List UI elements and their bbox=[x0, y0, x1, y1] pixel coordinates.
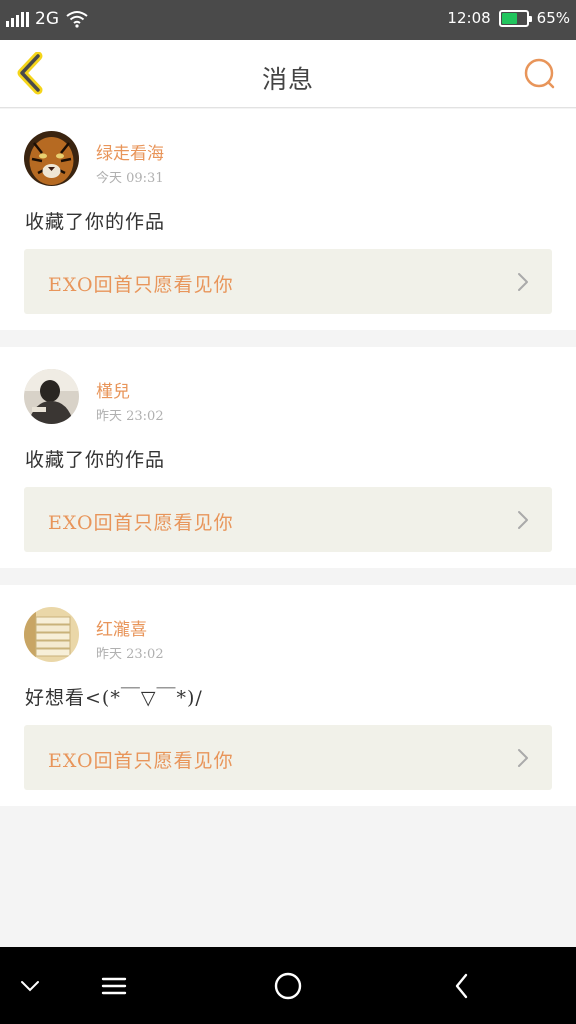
menu-button[interactable] bbox=[84, 947, 144, 1024]
message-text: 收藏了你的作品 bbox=[25, 211, 166, 233]
timestamp: 昨天 23:02 bbox=[96, 647, 164, 662]
username[interactable]: 红瀧喜 bbox=[96, 615, 147, 640]
header: 消息 bbox=[0, 40, 576, 108]
message-text: 收藏了你的作品 bbox=[25, 449, 166, 471]
chevron-right-icon bbox=[518, 273, 528, 291]
message-card[interactable]: 红瀧喜 昨天 23:02 好想看<(*￣▽￣*)/ EXO回首只愿看见你 bbox=[0, 585, 576, 806]
work-title: EXO回首只愿看见你 bbox=[48, 512, 234, 534]
navigation-bar bbox=[0, 947, 576, 1024]
status-bar: 2G 12:08 65% bbox=[0, 0, 576, 40]
tiger-avatar-image bbox=[24, 131, 79, 186]
wifi-icon bbox=[66, 11, 88, 28]
chevron-down-icon bbox=[21, 980, 39, 991]
message-card[interactable]: 绿走看海 今天 09:31 收藏了你的作品 EXO回首只愿看见你 bbox=[0, 109, 576, 330]
work-link[interactable]: EXO回首只愿看见你 bbox=[24, 725, 552, 790]
work-title: EXO回首只愿看见你 bbox=[48, 274, 234, 296]
battery-icon bbox=[498, 9, 532, 27]
hide-nav-button[interactable] bbox=[0, 947, 60, 1024]
username[interactable]: 绿走看海 bbox=[96, 139, 164, 164]
message-card[interactable]: 槿兒 昨天 23:02 收藏了你的作品 EXO回首只愿看见你 bbox=[0, 347, 576, 568]
work-title: EXO回首只愿看见你 bbox=[48, 750, 234, 772]
battery-fill bbox=[501, 12, 518, 24]
signal-icon bbox=[6, 11, 29, 27]
page-title: 消息 bbox=[261, 65, 314, 94]
network-type: 2G bbox=[35, 9, 59, 29]
search-icon bbox=[524, 58, 555, 89]
system-back-button[interactable] bbox=[432, 947, 492, 1024]
message-list: 绿走看海 今天 09:31 收藏了你的作品 EXO回首只愿看见你 槿兒 昨天 2… bbox=[0, 109, 576, 823]
avatar[interactable] bbox=[24, 369, 79, 424]
timestamp: 今天 09:31 bbox=[96, 171, 164, 186]
timestamp: 昨天 23:02 bbox=[96, 409, 164, 424]
chevron-right-icon bbox=[518, 749, 528, 767]
message-text: 好想看<(*￣▽￣*)/ bbox=[25, 687, 203, 709]
chevron-right-icon bbox=[518, 511, 528, 529]
status-right: 12:08 65% bbox=[447, 9, 570, 27]
clock: 12:08 bbox=[447, 9, 491, 27]
home-icon bbox=[274, 972, 302, 999]
avatar[interactable] bbox=[24, 131, 79, 186]
books-avatar-image bbox=[24, 607, 79, 662]
search-button[interactable] bbox=[522, 56, 558, 92]
work-link[interactable]: EXO回首只愿看见你 bbox=[24, 249, 552, 314]
status-left: 2G bbox=[6, 9, 89, 29]
person-avatar-image bbox=[24, 369, 79, 424]
back-icon bbox=[455, 973, 468, 998]
menu-icon bbox=[101, 977, 127, 994]
avatar[interactable] bbox=[24, 607, 79, 662]
home-button[interactable] bbox=[258, 947, 318, 1024]
work-link[interactable]: EXO回首只愿看见你 bbox=[24, 487, 552, 552]
battery-percent: 65% bbox=[536, 9, 570, 27]
username[interactable]: 槿兒 bbox=[96, 377, 130, 402]
